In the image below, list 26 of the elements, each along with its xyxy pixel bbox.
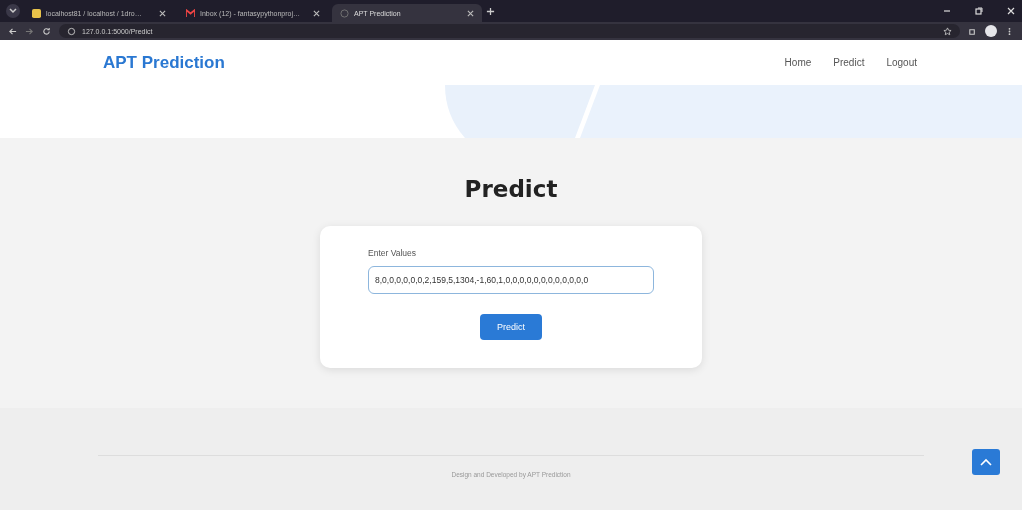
predict-button[interactable]: Predict [480,314,542,340]
profile-avatar[interactable] [985,25,997,37]
star-icon[interactable] [943,26,952,36]
nav-link[interactable]: Predict [833,57,865,68]
forward-icon[interactable] [25,26,34,36]
site-logo[interactable]: APT Prediction [103,52,225,73]
tab-list-button[interactable] [6,4,20,18]
field-label: Enter Values [368,248,418,258]
globe-icon [340,8,349,18]
back-to-top-button[interactable] [972,449,1000,475]
site-info-icon[interactable] [67,26,76,36]
close-icon[interactable] [159,9,166,17]
nav-link[interactable]: Logout [886,57,917,68]
mail-icon [186,8,195,18]
close-icon[interactable] [313,9,320,17]
back-icon[interactable] [8,26,17,36]
reload-icon[interactable] [42,26,51,36]
page-heading: Predict [464,176,558,202]
nav-link[interactable]: Home [784,57,812,68]
chevron-up-icon [980,458,992,466]
close-icon[interactable] [467,9,474,17]
values-input-field[interactable]: 8,0,0,0,0,0,0,2,159,5,1304,-1,60,1,0,0,0,0,0,0,0,0,0,0,0,0 [368,266,654,294]
new-tab-icon[interactable] [486,6,495,16]
close-icon[interactable] [1006,6,1016,16]
restore-icon[interactable] [974,6,984,16]
chevron-down-icon [9,8,17,14]
